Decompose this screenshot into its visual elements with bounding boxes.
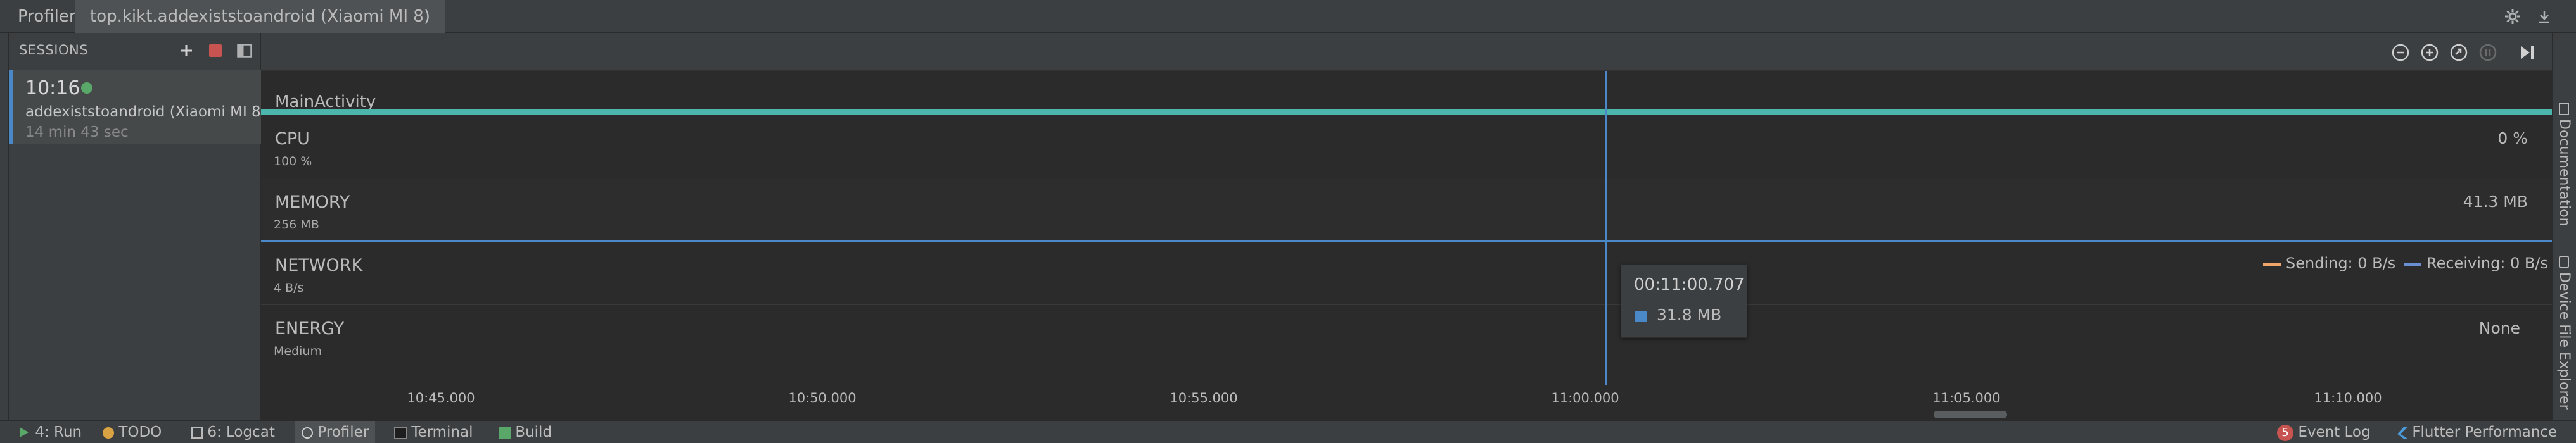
timeline-tick: 10:55.000 xyxy=(1170,390,1238,406)
event-log-tab[interactable]: 5 Event Log xyxy=(2277,421,2371,443)
network-scale: 4 B/s xyxy=(274,281,304,295)
stop-session-icon[interactable] xyxy=(205,41,226,61)
timeline-axis: 10:45.000 10:50.000 10:55.000 11:00.000 … xyxy=(261,385,2552,420)
reset-zoom-icon[interactable] xyxy=(2448,42,2470,63)
cursor-tooltip: 00:11:00.707 31.8 MB xyxy=(1621,265,1747,338)
memory-label: MEMORY xyxy=(275,192,350,212)
memory-swatch-icon xyxy=(1635,311,1647,322)
documentation-icon xyxy=(2559,103,2569,115)
timeline-tick: 11:10.000 xyxy=(2314,390,2382,406)
timeline-tick: 10:50.000 xyxy=(788,390,857,406)
event-log-label: Event Log xyxy=(2298,424,2371,440)
run-icon xyxy=(20,427,29,437)
receiving-legend-icon xyxy=(2404,263,2421,266)
gear-icon[interactable] xyxy=(2500,0,2525,33)
terminal-icon xyxy=(394,427,407,439)
terminal-label: Terminal xyxy=(411,424,473,440)
network-lane[interactable]: NETWORK 4 B/s Sending: 0 B/s Receiving: … xyxy=(261,242,2552,305)
pause-icon[interactable] xyxy=(2477,42,2499,63)
collapse-sessions-icon[interactable] xyxy=(234,41,255,61)
profiler-main: MainActivity CPU 100 % 0 % MEMORY 256 MB… xyxy=(261,33,2552,420)
device-file-explorer-tab[interactable]: Device File Explorer xyxy=(2556,272,2572,410)
receiving-value: Receiving: 0 B/s xyxy=(2426,254,2548,272)
tool-window-bar: 4: Run TODO 6: Logcat Profiler Terminal … xyxy=(0,420,2576,443)
session-time: 10:16 xyxy=(25,77,80,99)
zoom-in-icon[interactable] xyxy=(2419,42,2440,63)
profiler-icon xyxy=(302,427,313,439)
cpu-value: 0 % xyxy=(2497,129,2528,147)
live-status-icon xyxy=(81,82,92,94)
activity-lane[interactable]: MainActivity xyxy=(261,71,2552,115)
session-duration: 14 min 43 sec xyxy=(25,124,129,140)
timeline-scrollbar[interactable] xyxy=(1934,411,2007,418)
left-tool-strip xyxy=(0,33,9,420)
flutter-icon xyxy=(2397,427,2407,439)
session-item[interactable]: 10:16 addexiststoandroid (Xiaomi MI 8) 1… xyxy=(9,70,267,144)
logcat-label: 6: Logcat xyxy=(207,424,275,440)
event-count-badge: 5 xyxy=(2277,425,2293,441)
add-session-icon[interactable] xyxy=(176,41,196,61)
memory-lane[interactable]: MEMORY 256 MB 41.3 MB xyxy=(261,178,2552,242)
memory-value: 41.3 MB xyxy=(2463,192,2528,211)
cpu-label: CPU xyxy=(275,129,310,149)
timeline-cursor[interactable] xyxy=(1605,71,1607,385)
activity-bar xyxy=(261,109,2552,115)
sessions-panel: SESSIONS 10:16 addexiststoandroid (Xiaom… xyxy=(9,33,267,420)
app-process-tab[interactable]: top.kikt.addexiststoandroid (Xiaomi MI 8… xyxy=(75,0,445,33)
terminal-tab[interactable]: Terminal xyxy=(394,421,473,443)
profiler-tab-bar: Profiler top.kikt.addexiststoandroid (Xi… xyxy=(0,0,2576,33)
go-to-live-icon[interactable] xyxy=(2516,42,2538,63)
android-studio-profiler-window: Profiler top.kikt.addexiststoandroid (Xi… xyxy=(0,0,2576,443)
network-label: NETWORK xyxy=(275,256,363,275)
energy-value: None xyxy=(2478,319,2520,337)
profiler-toolbar xyxy=(261,33,2552,71)
build-tab[interactable]: Build xyxy=(499,421,552,443)
timeline-tick: 11:05.000 xyxy=(1932,390,2001,406)
timeline-tick: 11:00.000 xyxy=(1551,390,1619,406)
documentation-tab[interactable]: Documentation xyxy=(2556,119,2572,227)
profiler-tab-label: Profiler xyxy=(317,424,369,440)
zoom-out-icon[interactable] xyxy=(2390,42,2411,63)
build-label: Build xyxy=(515,424,552,440)
run-tab[interactable]: 4: Run xyxy=(18,421,82,443)
timeline-tick: 10:45.000 xyxy=(407,390,475,406)
profiler-title: Profiler xyxy=(18,7,76,26)
todo-tab[interactable]: TODO xyxy=(103,421,162,443)
sending-legend-icon xyxy=(2263,263,2281,266)
build-icon xyxy=(499,427,511,439)
cpu-lane[interactable]: CPU 100 % 0 % xyxy=(261,115,2552,178)
right-tool-strip: Documentation Device File Explorer xyxy=(2552,33,2576,420)
energy-label: ENERGY xyxy=(275,319,345,339)
energy-lane[interactable]: ENERGY Medium None xyxy=(261,305,2552,368)
cpu-scale: 100 % xyxy=(274,154,312,168)
todo-label: TODO xyxy=(118,424,162,440)
hide-panel-icon[interactable] xyxy=(2532,0,2557,33)
session-name: addexiststoandroid (Xiaomi MI 8) xyxy=(25,104,267,120)
energy-scale: Medium xyxy=(274,344,322,358)
sending-value: Sending: 0 B/s xyxy=(2286,254,2396,272)
device-icon xyxy=(2559,256,2569,268)
todo-icon xyxy=(103,427,114,439)
logcat-icon xyxy=(191,427,203,439)
flutter-performance-tab[interactable]: Flutter Performance xyxy=(2397,421,2557,443)
run-label: 4: Run xyxy=(35,424,82,440)
sessions-title: SESSIONS xyxy=(19,42,89,58)
logcat-tab[interactable]: 6: Logcat xyxy=(191,421,275,443)
sessions-header: SESSIONS xyxy=(9,33,261,68)
tooltip-value: 31.8 MB xyxy=(1657,306,1722,324)
flutter-performance-label: Flutter Performance xyxy=(2412,424,2558,440)
profiler-tab[interactable]: Profiler xyxy=(295,421,376,443)
tooltip-time: 00:11:00.707 xyxy=(1634,275,1745,294)
